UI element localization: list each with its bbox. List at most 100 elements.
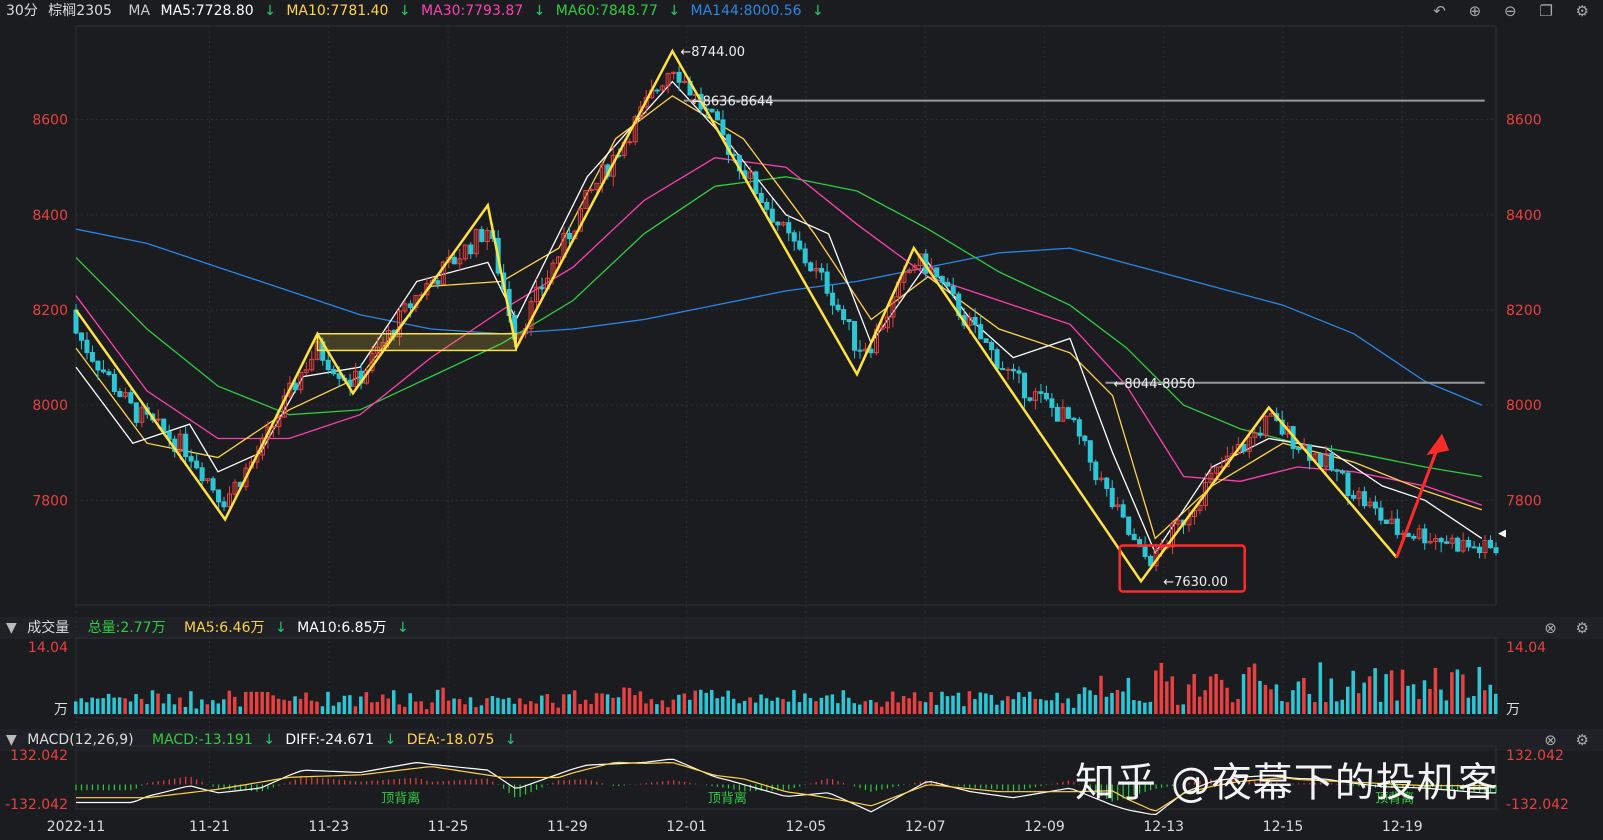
candle-body xyxy=(1394,518,1400,535)
current-price-marker-icon xyxy=(1498,529,1506,538)
watermark: 知乎 @夜幕下的投机客 xyxy=(1075,760,1499,806)
volume-bar xyxy=(1417,699,1421,714)
volume-bar xyxy=(512,703,517,714)
volume-bar xyxy=(600,693,604,714)
price-tick-label-right: 8600 xyxy=(1506,113,1542,129)
volume-bar xyxy=(90,697,94,714)
volume-bar xyxy=(1252,663,1257,714)
candle-body xyxy=(1005,368,1011,371)
candle-body xyxy=(753,171,759,195)
candle-body xyxy=(1021,372,1027,399)
volume-bar xyxy=(808,698,813,714)
volume-bar xyxy=(276,698,281,714)
candle-body xyxy=(786,222,792,234)
volume-bar xyxy=(1411,684,1416,714)
candle-body xyxy=(128,392,134,404)
candle-body xyxy=(945,281,951,287)
volume-bar xyxy=(655,704,659,714)
candle-body xyxy=(1049,398,1055,408)
volume-bar xyxy=(435,689,440,714)
candle-body xyxy=(1493,547,1499,554)
volume-bar xyxy=(1203,690,1207,714)
volume-bar xyxy=(1302,677,1306,714)
volume-bar xyxy=(320,706,325,714)
volume-bar xyxy=(951,695,955,714)
candle-body xyxy=(1350,494,1356,499)
candlesticks xyxy=(73,66,1499,572)
candle-body xyxy=(808,262,814,272)
price-tick-label-right: 8000 xyxy=(1506,398,1542,414)
volume-bar xyxy=(786,701,791,714)
volume-bar xyxy=(803,693,807,714)
price-axis-left: 7800 8000 8200 8400 8600 14.04 万 132.042 -132.04… xyxy=(5,113,68,813)
volume-bar xyxy=(364,692,369,714)
candle-body xyxy=(451,256,457,265)
candle-body xyxy=(194,460,200,469)
volume-bar xyxy=(249,691,253,714)
volume-bar xyxy=(1027,691,1032,714)
volume-bar xyxy=(890,691,895,714)
volume-bar xyxy=(446,700,451,714)
volume-bar xyxy=(282,699,286,714)
candle-body xyxy=(1043,392,1049,400)
volume-bar xyxy=(1033,698,1037,714)
macd-max-label: 132.042 xyxy=(10,748,68,764)
candle-body xyxy=(852,320,858,351)
volume-bar xyxy=(1378,701,1383,714)
candle-body xyxy=(1471,546,1477,549)
volume-bar xyxy=(540,695,544,714)
volume-bar xyxy=(474,707,478,714)
breakout-arrow-head-icon xyxy=(1426,433,1450,456)
volume-bar xyxy=(704,692,709,714)
volume-bar xyxy=(128,701,133,714)
volume-bar xyxy=(150,690,155,714)
candle-body xyxy=(1411,535,1417,539)
volume-bar xyxy=(101,698,105,714)
volume-bar xyxy=(194,708,199,714)
volume-bar xyxy=(452,698,456,714)
volume-bar xyxy=(616,697,621,714)
volume-bar xyxy=(720,696,725,714)
volume-bar xyxy=(490,696,495,714)
volume-bar xyxy=(858,704,862,714)
time-tick-label: 11-25 xyxy=(428,819,469,835)
volume-bar xyxy=(1011,699,1016,714)
volume-bar xyxy=(189,691,193,714)
candle-body xyxy=(764,201,770,210)
volume-bar xyxy=(216,703,221,714)
candle-body xyxy=(1422,528,1428,544)
volume-bar xyxy=(1324,701,1328,714)
volume-bar xyxy=(200,699,204,714)
kline-chart[interactable]: 7800 8000 8200 8400 8600 14.04 万 132.042 -132.04… xyxy=(0,0,1603,840)
candle-body xyxy=(709,108,715,113)
volume-bar xyxy=(1400,669,1405,714)
volume-bar xyxy=(1269,689,1273,714)
volume-bar xyxy=(145,704,149,714)
volume-bar xyxy=(1099,675,1103,714)
volume-bar xyxy=(496,697,500,714)
volume-bar xyxy=(622,687,626,714)
time-tick-label: 2022-11 xyxy=(47,819,106,835)
volume-bar xyxy=(326,691,330,714)
volume-bar xyxy=(397,704,401,714)
volume-bar xyxy=(1044,700,1048,714)
volume-bar xyxy=(211,700,215,714)
volume-bar xyxy=(627,687,632,714)
candle-body xyxy=(84,339,90,354)
volume-bar xyxy=(770,700,774,714)
volume-bar xyxy=(896,702,900,714)
volume-bar xyxy=(1197,696,1202,714)
time-tick-label: 12-09 xyxy=(1024,819,1065,835)
volume-bar xyxy=(1313,702,1317,714)
candle-body xyxy=(797,240,803,250)
volume-bar xyxy=(709,689,714,714)
volume-bar xyxy=(1225,687,1229,714)
price-axis-right: 7800 8000 8200 8400 8600 14.04 万 132.042 -132.04… xyxy=(1498,113,1569,813)
volume-bar xyxy=(271,695,275,714)
volume-bar xyxy=(989,694,994,714)
candle-body xyxy=(682,80,688,83)
volume-bar xyxy=(1241,674,1246,714)
volume-bar xyxy=(753,702,758,714)
volume-bar xyxy=(1433,667,1438,714)
time-tick-label: 12-19 xyxy=(1382,819,1423,835)
